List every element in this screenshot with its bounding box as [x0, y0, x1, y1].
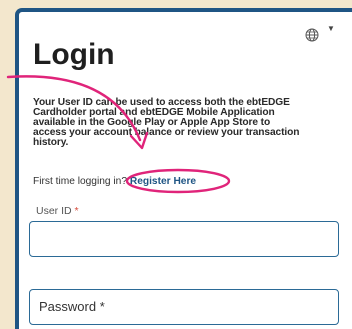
- screenshot-stage: ▼ Login Your User ID can be used to acce…: [0, 0, 352, 329]
- annotation-arrow: [6, 75, 142, 142]
- annotation-circle: [125, 168, 231, 194]
- annotation-overlay: [6, 75, 231, 194]
